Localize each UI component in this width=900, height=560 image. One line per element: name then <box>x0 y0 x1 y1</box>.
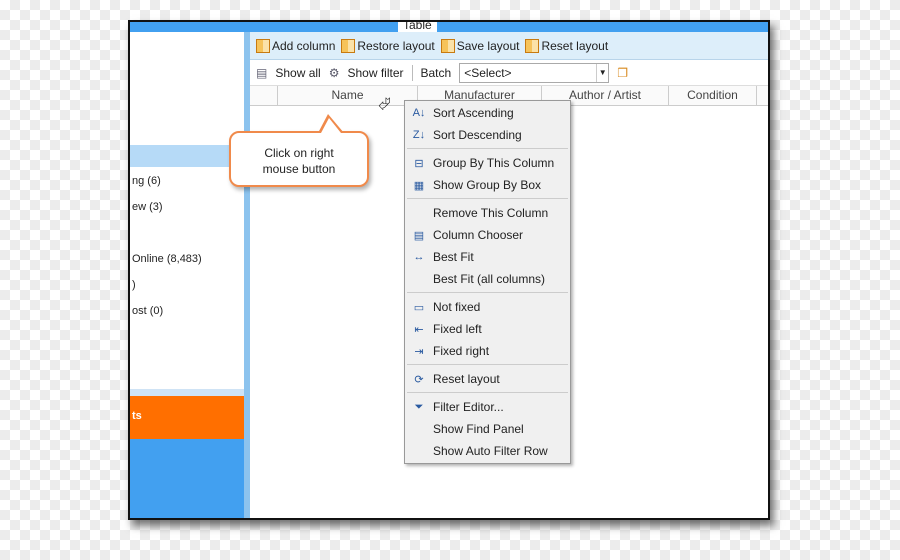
menu-item[interactable]: A↓ Sort Ascending <box>405 102 570 124</box>
menu-item[interactable]: ⊟ Group By This Column <box>405 152 570 174</box>
filter-icon: ⏷ <box>414 400 424 413</box>
add-column-button[interactable]: Add column <box>256 38 336 53</box>
menu-separator <box>407 292 568 293</box>
show-all-button[interactable]: Show all <box>275 66 320 80</box>
menu-item[interactable]: Show Find Panel <box>405 418 570 440</box>
chevron-down-icon[interactable]: ▼ <box>596 63 608 82</box>
sort-ascending-icon: A↓ <box>412 107 426 119</box>
menu-item[interactable]: Best Fit (all columns) <box>405 268 570 290</box>
group-box-icon: ▦ <box>413 179 425 192</box>
menu-separator <box>407 148 568 149</box>
callout-line: Click on right <box>264 146 334 160</box>
column-context-menu: A↓ Sort Ascending Z↓ Sort Descending ⊟ Group … <box>404 100 571 464</box>
menu-item-label: Reset layout <box>433 372 500 386</box>
menu-item[interactable]: ▦ Show Group By Box <box>405 174 570 196</box>
menu-item[interactable]: Z↓ Sort Descending <box>405 124 570 146</box>
menu-item[interactable]: Show Auto Filter Row <box>405 440 570 462</box>
fixed-right-icon: ⇥ <box>414 345 424 358</box>
callout-line: mouse button <box>262 162 336 176</box>
group-by-icon: ⊟ <box>414 157 424 170</box>
toolbar: Add column Restore layout Save layout Reset… <box>250 32 768 60</box>
menu-item-label: Sort Descending <box>433 128 522 142</box>
menu-item-label: Show Find Panel <box>433 422 524 436</box>
sidebar-item[interactable]: ) <box>132 279 136 291</box>
divider <box>411 64 413 81</box>
reset-layout-icon <box>525 38 540 53</box>
column-header-name[interactable]: Name <box>278 86 418 105</box>
menu-item-label: Not fixed <box>433 300 481 314</box>
reset-layout-icon: ⟳ <box>414 373 424 386</box>
callout-tail-fill <box>321 118 341 133</box>
menu-separator <box>407 392 568 393</box>
save-layout-button[interactable]: Save layout <box>440 38 520 53</box>
menu-item[interactable]: ⇥ Fixed right <box>405 340 570 362</box>
show-all-icon: ▤ <box>256 65 268 80</box>
batch-select-value: <Select> <box>464 65 512 80</box>
menu-item[interactable]: ⇤ Fixed left <box>405 318 570 340</box>
menu-item[interactable]: ▤ Column Chooser <box>405 224 570 246</box>
column-chooser-icon: ▤ <box>413 229 425 242</box>
menu-item-label: Sort Ascending <box>433 106 514 120</box>
menu-item-label: Group By This Column <box>433 156 555 170</box>
menu-item-label: Best Fit (all columns) <box>433 272 546 286</box>
top-tab-strip <box>130 22 768 32</box>
not-fixed-icon: ▭ <box>413 301 425 314</box>
show-filter-icon: ⚙ <box>328 65 340 80</box>
sidebar-item[interactable]: ost (0) <box>132 305 163 317</box>
mouse-cursor-icon: ⮰ <box>378 96 391 113</box>
sidebar-item[interactable]: ng (6) <box>132 175 161 187</box>
menu-item-label: Filter Editor... <box>433 400 504 414</box>
restore-layout-button[interactable]: Restore layout <box>341 38 435 53</box>
restore-layout-icon <box>341 38 356 53</box>
sort-descending-icon: Z↓ <box>412 129 426 141</box>
show-filter-button[interactable]: Show filter <box>347 66 403 80</box>
menu-item[interactable]: ▭ Not fixed <box>405 296 570 318</box>
sidebar-orange-section[interactable]: ts <box>130 396 244 439</box>
menu-item-label: Show Auto Filter Row <box>433 444 548 458</box>
sidebar-selected-row[interactable] <box>130 145 244 167</box>
menu-item-label: Column Chooser <box>433 228 524 242</box>
menu-item[interactable]: ⏷ Filter Editor... <box>405 396 570 418</box>
menu-item-label: Remove This Column <box>433 206 549 220</box>
toolbar-button-label: Restore layout <box>357 38 435 53</box>
menu-item-label: Show Group By Box <box>433 178 542 192</box>
tab-table[interactable]: Table <box>398 22 437 32</box>
save-layout-icon <box>440 38 455 53</box>
toolbar-button-label: Save layout <box>456 38 520 53</box>
row-indicator-header <box>250 86 278 105</box>
reset-layout-button[interactable]: Reset layout <box>525 38 609 53</box>
toolbar-button-label: Add column <box>272 38 336 53</box>
menu-item-label: Fixed right <box>433 344 490 358</box>
splitter-grip[interactable] <box>130 389 244 396</box>
batch-select[interactable]: <Select> ▼ <box>459 62 610 83</box>
menu-item[interactable]: ↔ Best Fit <box>405 246 570 268</box>
best-fit-icon: ↔ <box>413 251 425 263</box>
copy-icon[interactable]: ❐ <box>617 66 628 80</box>
menu-separator <box>407 198 568 199</box>
toolbar-button-label: Reset layout <box>541 38 609 53</box>
sidebar-item[interactable]: Online (8,483) <box>132 253 202 265</box>
add-column-icon <box>256 38 270 53</box>
filter-bar: ▤ Show all ⚙ Show filter Batch <Select> ▼… <box>250 60 768 86</box>
sidebar-blue-section <box>130 439 244 518</box>
callout: Click on right mouse button <box>229 131 369 187</box>
menu-separator <box>407 364 568 365</box>
menu-item[interactable]: Remove This Column <box>405 202 570 224</box>
batch-label: Batch <box>420 65 452 80</box>
menu-item-label: Fixed left <box>433 322 482 336</box>
menu-item[interactable]: ⟳ Reset layout <box>405 368 570 390</box>
column-header-condition[interactable]: Condition <box>669 86 757 105</box>
sidebar: ng (6) ew (3) Online (8,483) ) ost (0) t… <box>130 32 244 518</box>
menu-item-label: Best Fit <box>433 250 474 264</box>
sidebar-item[interactable]: ew (3) <box>132 201 163 213</box>
fixed-left-icon: ⇤ <box>414 323 424 336</box>
